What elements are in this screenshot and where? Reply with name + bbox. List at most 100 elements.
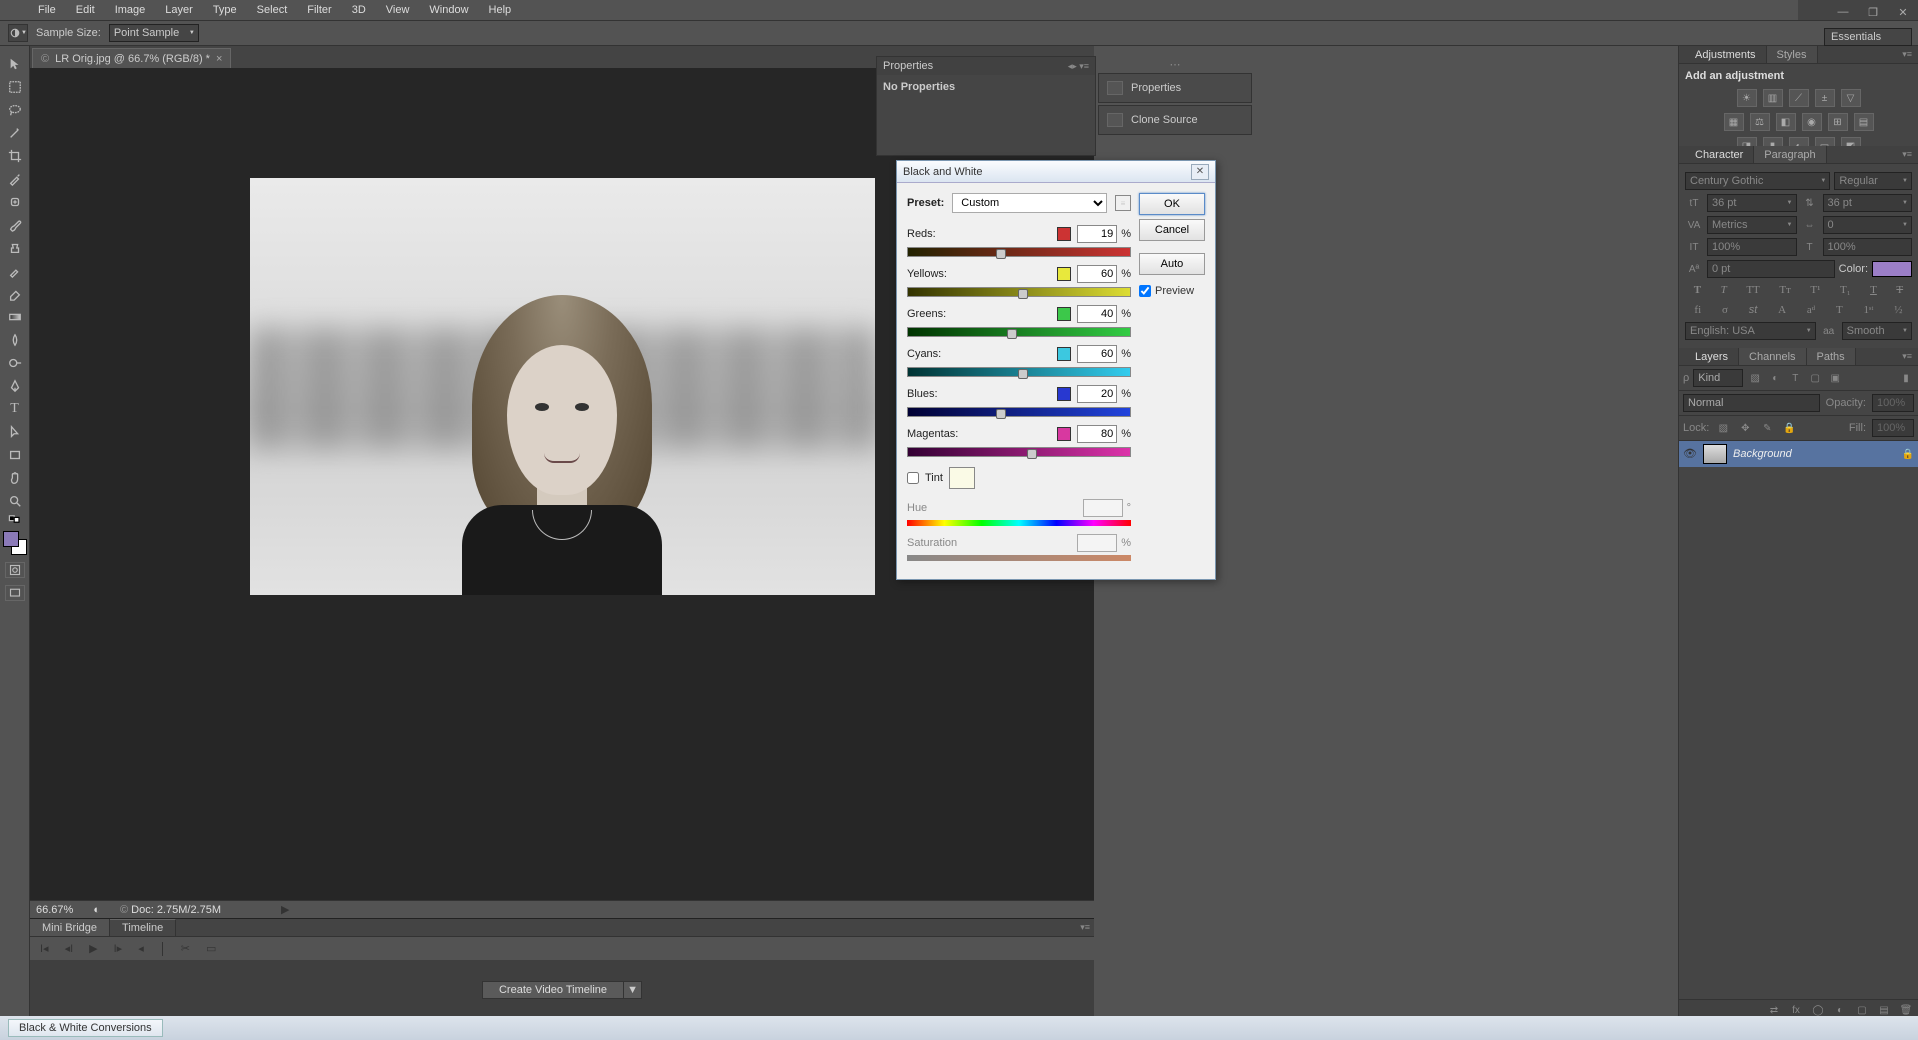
preset-dropdown[interactable]: Custom (952, 193, 1107, 213)
filter-shape-icon[interactable]: ▢ (1807, 371, 1823, 385)
properties-panel-tab[interactable]: Properties (883, 60, 933, 72)
bold-button[interactable]: T (1694, 284, 1701, 296)
filter-smart-icon[interactable]: ▣ (1827, 371, 1843, 385)
move-tool[interactable] (4, 54, 26, 74)
filter-pixel-icon[interactable]: ▧ (1747, 371, 1763, 385)
styles-tab[interactable]: Styles (1767, 46, 1818, 63)
vscale-field[interactable]: 100% (1707, 238, 1797, 256)
slider-value-field[interactable] (1077, 305, 1117, 323)
brightness-contrast-icon[interactable]: ☀ (1737, 89, 1757, 107)
prev-frame-icon[interactable]: ◂I (63, 942, 76, 955)
cancel-button[interactable]: Cancel (1139, 219, 1205, 241)
slider-track[interactable] (907, 327, 1131, 337)
oldstyle-button[interactable]: σ (1722, 304, 1728, 316)
current-tool-icon[interactable]: ▼ (8, 24, 28, 42)
play-icon[interactable]: ▶ (87, 942, 99, 955)
hue-sat-icon[interactable]: ▦ (1724, 113, 1744, 131)
swash-button[interactable]: T (1836, 304, 1843, 316)
gradient-tool[interactable] (4, 307, 26, 327)
filter-kind-dropdown[interactable]: Kind (1693, 369, 1743, 387)
link-layers-icon[interactable]: ⇄ (1766, 1003, 1782, 1017)
minimize-button[interactable]: — (1828, 2, 1858, 22)
blur-tool[interactable] (4, 330, 26, 350)
saturation-slider-track[interactable] (907, 555, 1131, 561)
menu-layer[interactable]: Layer (155, 4, 203, 16)
font-size-field[interactable]: 36 pt (1707, 194, 1797, 212)
baseline-field[interactable]: 0 pt (1707, 260, 1835, 278)
panel-grip[interactable]: ⋯ (1098, 56, 1252, 73)
split-clip-icon[interactable]: ✂ (179, 942, 192, 955)
fractions-button[interactable]: 1ˢᵗ (1864, 304, 1874, 316)
titling-button[interactable]: A (1778, 304, 1786, 316)
lasso-tool[interactable] (4, 100, 26, 120)
visibility-icon[interactable]: 👁 (1683, 447, 1697, 461)
menu-view[interactable]: View (376, 4, 420, 16)
layer-fx-icon[interactable]: fx (1788, 1003, 1804, 1017)
slider-value-field[interactable] (1077, 225, 1117, 243)
lock-pixels-icon[interactable]: ▧ (1715, 421, 1731, 435)
quickmask-toggle[interactable] (5, 562, 25, 578)
screenmode-toggle[interactable] (5, 585, 25, 601)
italic-button[interactable]: T (1721, 284, 1727, 296)
slider-track[interactable] (907, 407, 1131, 417)
slider-track[interactable] (907, 247, 1131, 257)
strikethrough-button[interactable]: T (1896, 284, 1903, 296)
antialias-dropdown[interactable]: Smooth (1842, 322, 1912, 340)
filter-adjust-icon[interactable]: ◐ (1767, 371, 1783, 385)
stylistic-button[interactable]: st (1749, 304, 1758, 316)
hue-slider-track[interactable] (907, 520, 1131, 526)
taskbar-item[interactable]: Black & White Conversions (8, 1019, 163, 1037)
preset-menu-icon[interactable]: ≡ (1115, 195, 1131, 211)
channel-mixer-icon[interactable]: ⊞ (1828, 113, 1848, 131)
lock-position-icon[interactable]: ✥ (1737, 421, 1753, 435)
layer-mask-icon[interactable]: ◯ (1810, 1003, 1826, 1017)
paragraph-tab[interactable]: Paragraph (1754, 146, 1826, 163)
channels-tab[interactable]: Channels (1739, 348, 1806, 365)
crop-tool[interactable] (4, 146, 26, 166)
slider-thumb[interactable] (1018, 369, 1028, 379)
menu-select[interactable]: Select (247, 4, 298, 16)
transition-icon[interactable]: ▭ (204, 942, 218, 955)
black-white-icon[interactable]: ◧ (1776, 113, 1796, 131)
curves-icon[interactable]: ⟋ (1789, 89, 1809, 107)
dialog-titlebar[interactable]: Black and White ✕ (897, 161, 1215, 183)
allcaps-button[interactable]: TT (1746, 284, 1759, 296)
path-select-tool[interactable] (4, 422, 26, 442)
healing-brush-tool[interactable] (4, 192, 26, 212)
layer-row[interactable]: 👁 Background 🔒 (1679, 441, 1918, 467)
menu-filter[interactable]: Filter (297, 4, 341, 16)
new-layer-icon[interactable]: ▤ (1876, 1003, 1892, 1017)
tint-swatch[interactable] (949, 467, 975, 489)
ligatures-button[interactable]: fi (1694, 304, 1701, 316)
magic-wand-tool[interactable] (4, 123, 26, 143)
menu-type[interactable]: Type (203, 4, 247, 16)
clone-stamp-tool[interactable] (4, 238, 26, 258)
auto-button[interactable]: Auto (1139, 253, 1205, 275)
leading-field[interactable]: 36 pt (1823, 194, 1913, 212)
exposure-icon[interactable]: ± (1815, 89, 1835, 107)
close-button[interactable]: ✕ (1888, 2, 1918, 22)
create-video-timeline-button[interactable]: Create Video Timeline (482, 981, 624, 999)
slider-thumb[interactable] (1007, 329, 1017, 339)
collapse-icon[interactable]: ◂▸ ▾≡ (1068, 61, 1089, 72)
slider-track[interactable] (907, 287, 1131, 297)
zoom-level[interactable]: 66.67% (36, 904, 73, 916)
slider-thumb[interactable] (1027, 449, 1037, 459)
type-tool[interactable]: T (4, 399, 26, 419)
slider-value-field[interactable] (1077, 385, 1117, 403)
document-tab[interactable]: © LR Orig.jpg @ 66.7% (RGB/8) * × (32, 48, 231, 68)
opacity-field[interactable]: 100% (1872, 394, 1914, 412)
tracking-field[interactable]: 0 (1823, 216, 1913, 234)
menu-3d[interactable]: 3D (342, 4, 376, 16)
rectangle-tool[interactable] (4, 445, 26, 465)
vibrance-icon[interactable]: ▽ (1841, 89, 1861, 107)
pen-tool[interactable] (4, 376, 26, 396)
hue-field[interactable] (1083, 499, 1123, 517)
maximize-button[interactable]: ❐ (1858, 2, 1888, 22)
create-timeline-dropdown[interactable]: ▼ (624, 981, 642, 999)
audio-mute-icon[interactable]: ◂ (136, 942, 146, 955)
hscale-field[interactable]: 100% (1823, 238, 1913, 256)
layer-name[interactable]: Background (1733, 448, 1792, 460)
brush-tool[interactable] (4, 215, 26, 235)
slider-thumb[interactable] (1018, 289, 1028, 299)
